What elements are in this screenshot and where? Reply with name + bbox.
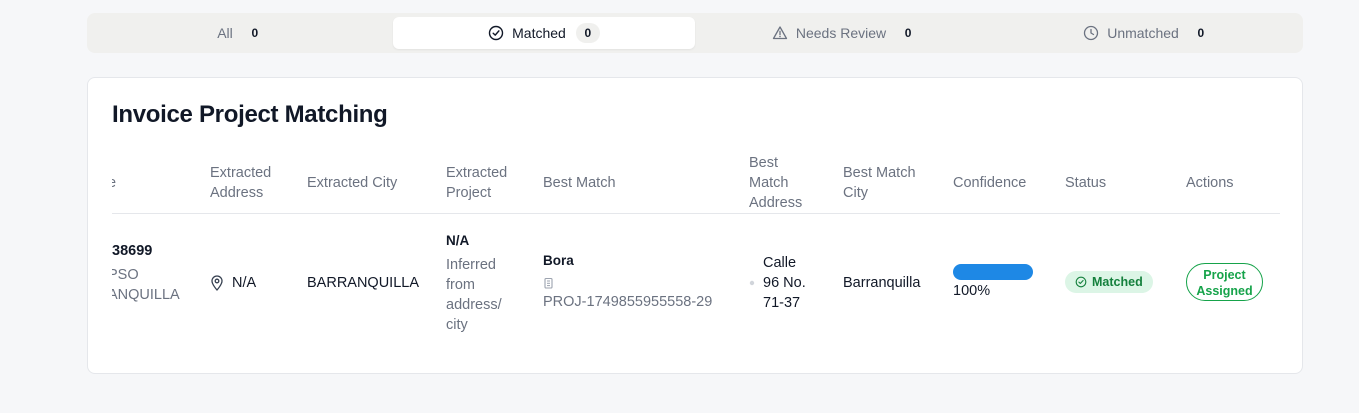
best-match-id: PROJ-1749855955558-29: [543, 294, 713, 310]
filter-tabs: All 0 Matched 0 Needs Review 0 Unmatched…: [87, 13, 1303, 53]
extracted-address-value: N/A: [232, 275, 257, 291]
tab-all-label: All: [217, 25, 233, 41]
column-header-status: Status: [1065, 175, 1107, 191]
status-badge: Matched: [1065, 271, 1153, 293]
tab-matched[interactable]: Matched 0: [393, 17, 695, 49]
column-header-actions: Actions: [1186, 175, 1234, 191]
vendor-line-2: ANQUILLA: [112, 287, 180, 303]
vendor-line-1: PSO: [112, 267, 139, 283]
tab-needs-review[interactable]: Needs Review 0: [695, 17, 997, 49]
status-badge-label: Matched: [1092, 275, 1143, 289]
address-dot-icon: [749, 272, 755, 292]
column-header-truncated: e: [112, 173, 116, 193]
matching-table[interactable]: e ExtractedAddress Extracted City Extrac…: [112, 148, 1280, 373]
tab-needs-review-label: Needs Review: [795, 25, 887, 41]
column-header-extracted-city: Extracted City: [307, 175, 398, 191]
extracted-city-value: BARRANQUILLA: [307, 275, 420, 291]
tab-needs-review-count: 0: [904, 26, 912, 40]
invoice-matching-card: Invoice Project Matching e ExtractedAddr…: [87, 77, 1303, 374]
extracted-project-note: Inferred from address/ city: [446, 257, 502, 333]
warning-triangle-icon: [772, 25, 788, 41]
confidence-label: 100%: [953, 283, 991, 299]
confidence-progress-bar: [953, 264, 1033, 280]
tab-all-count: 0: [251, 26, 259, 40]
invoice-number: 38699: [112, 243, 153, 259]
clock-icon: [1083, 25, 1099, 41]
project-assigned-button[interactable]: Project Assigned: [1186, 263, 1263, 301]
tab-unmatched-label: Unmatched: [1107, 25, 1179, 41]
column-header-confidence: Confidence: [953, 175, 1027, 191]
check-circle-icon: [1075, 276, 1087, 288]
column-header-extracted-project: Extracted Project: [446, 165, 508, 201]
card-title: Invoice Project Matching: [112, 101, 388, 128]
tab-all[interactable]: All 0: [91, 17, 393, 49]
tab-unmatched[interactable]: Unmatched 0: [997, 17, 1299, 49]
header-divider: [112, 213, 1280, 214]
best-match-name: Bora: [543, 253, 574, 268]
extracted-project-value: N/A: [446, 233, 470, 248]
column-header-extracted-address: Extracted Address: [210, 165, 272, 201]
tab-unmatched-count: 0: [1197, 26, 1205, 40]
tab-matched-count: 0: [575, 23, 600, 43]
extracted-address-cell: N/A: [210, 273, 256, 293]
tab-matched-label: Matched: [512, 25, 566, 41]
check-circle-icon: [488, 25, 504, 41]
column-header-best-match: Best Match: [543, 175, 616, 191]
column-header-best-match-address: Best Match Address: [749, 155, 803, 211]
map-pin-icon: [210, 275, 224, 292]
best-match-address-value: Calle 96 No. 71-37: [763, 255, 806, 311]
best-match-city-value: Barranquilla: [843, 275, 921, 291]
building-icon: [543, 277, 554, 292]
column-header-best-match-city: Best Match City: [843, 165, 916, 201]
